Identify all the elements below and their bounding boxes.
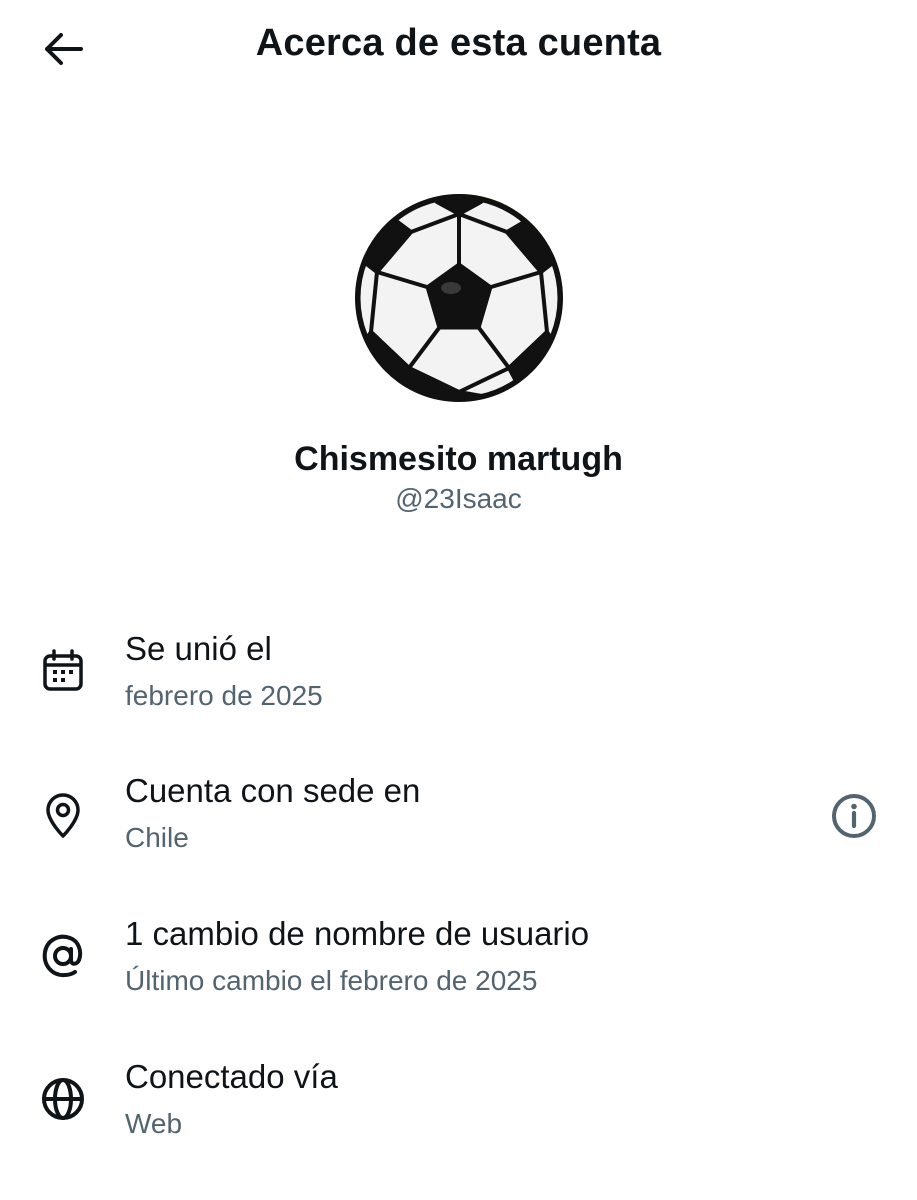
info-icon	[832, 794, 876, 838]
connected-via-label: Conectado vía	[125, 1058, 338, 1095]
connected-via-value: Web	[125, 1108, 183, 1139]
location-value: Chile	[125, 822, 189, 853]
avatar[interactable]	[351, 192, 567, 404]
detail-row-location: Cuenta con sede en Chile	[0, 762, 917, 872]
detail-row-connected-via: Conectado vía Web	[0, 1048, 917, 1158]
detail-row-username-changes: 1 cambio de nombre de usuario Último cam…	[0, 905, 917, 1015]
globe-icon	[36, 1072, 90, 1126]
joined-label: Se unió el	[125, 630, 272, 667]
page-title: Acerca de esta cuenta	[255, 22, 662, 64]
calendar-icon	[36, 644, 90, 698]
soccer-ball-image	[355, 194, 563, 402]
header: Acerca de esta cuenta	[0, 0, 917, 100]
username-handle: @23Isaac	[395, 483, 522, 514]
detail-row-joined: Se unió el febrero de 2025	[0, 620, 917, 730]
info-button[interactable]	[828, 790, 880, 842]
location-label: Cuenta con sede en	[125, 772, 421, 809]
at-sign-icon	[36, 929, 90, 983]
location-pin-icon	[36, 788, 90, 842]
joined-value: febrero de 2025	[125, 680, 323, 711]
display-name: Chismesito martugh	[294, 440, 623, 478]
username-changes-value: Último cambio el febrero de 2025	[125, 965, 538, 996]
about-account-page: Acerca de esta cuenta Chismesito martugh…	[0, 0, 917, 1200]
username-changes-label: 1 cambio de nombre de usuario	[125, 915, 590, 952]
